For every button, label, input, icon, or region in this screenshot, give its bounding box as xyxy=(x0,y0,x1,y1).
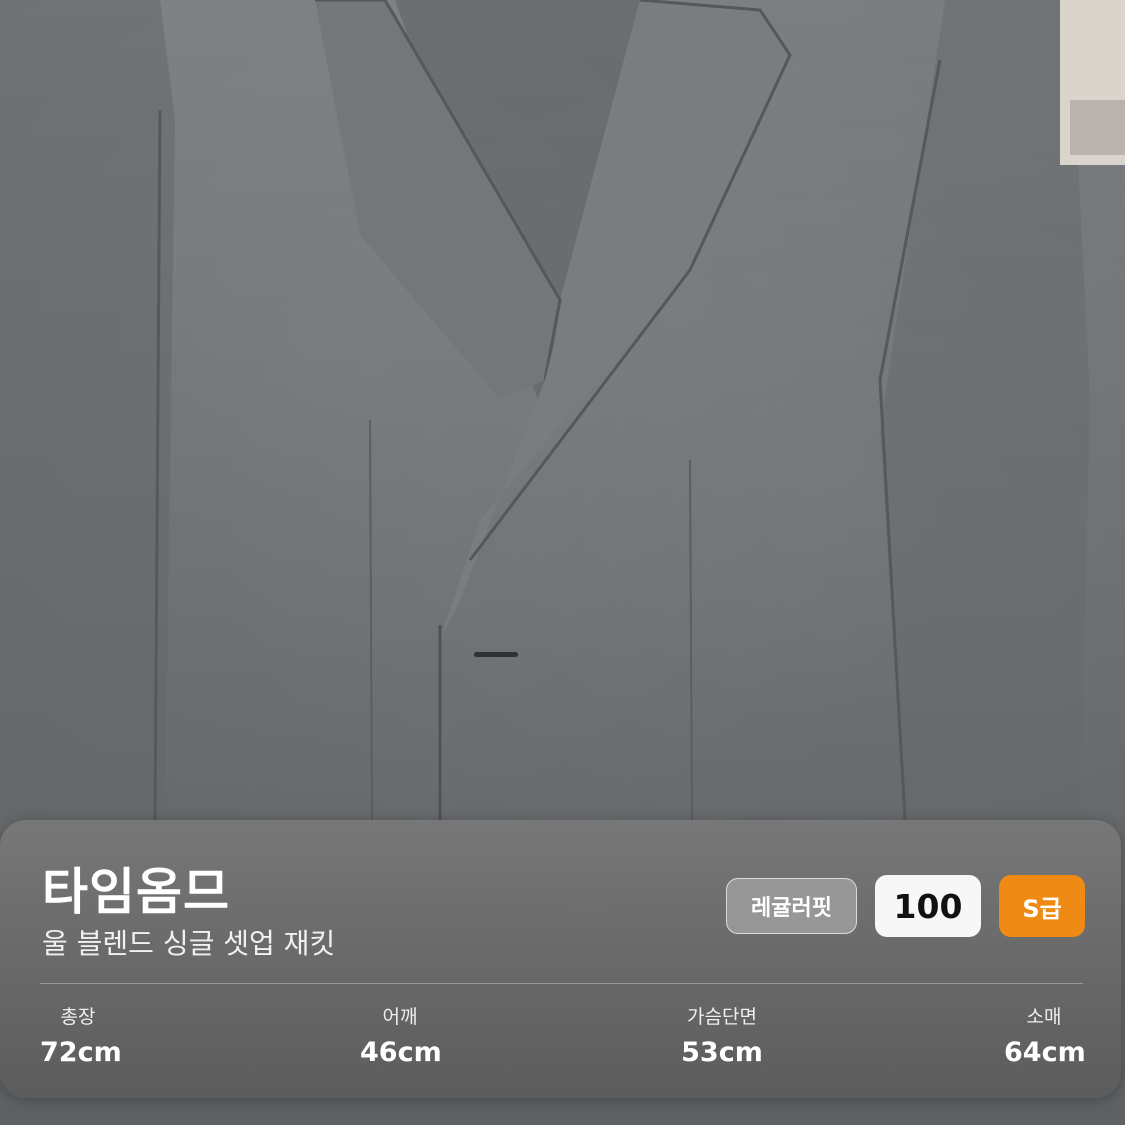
measurement-value: 53cm xyxy=(681,1037,763,1068)
measurement-value: 64cm xyxy=(1004,1037,1086,1068)
measurement-shoulder: 어깨 46cm xyxy=(360,1002,442,1068)
measurement-label: 소매 xyxy=(1026,1006,1062,1028)
divider xyxy=(40,983,1083,984)
measurement-value: 46cm xyxy=(360,1037,442,1068)
measurement-label: 가슴단면 xyxy=(687,1006,757,1028)
brand-name: 타임옴므 xyxy=(42,863,230,921)
product-name: 울 블렌드 싱글 셋업 재킷 xyxy=(42,927,336,960)
measurement-chest: 가슴단면 53cm xyxy=(680,1002,764,1068)
measurement-label: 어깨 xyxy=(382,1006,418,1028)
measurement-length: 총장 72cm xyxy=(40,1002,122,1068)
measurement-value: 72cm xyxy=(40,1037,122,1068)
fit-badge: 레귤러핏 xyxy=(726,878,857,934)
measurement-label: 총장 xyxy=(60,1006,96,1028)
grade-badge: S급 xyxy=(999,875,1085,937)
size-badge: 100 xyxy=(875,875,981,937)
measurement-sleeve: 소매 64cm xyxy=(1004,1002,1086,1068)
